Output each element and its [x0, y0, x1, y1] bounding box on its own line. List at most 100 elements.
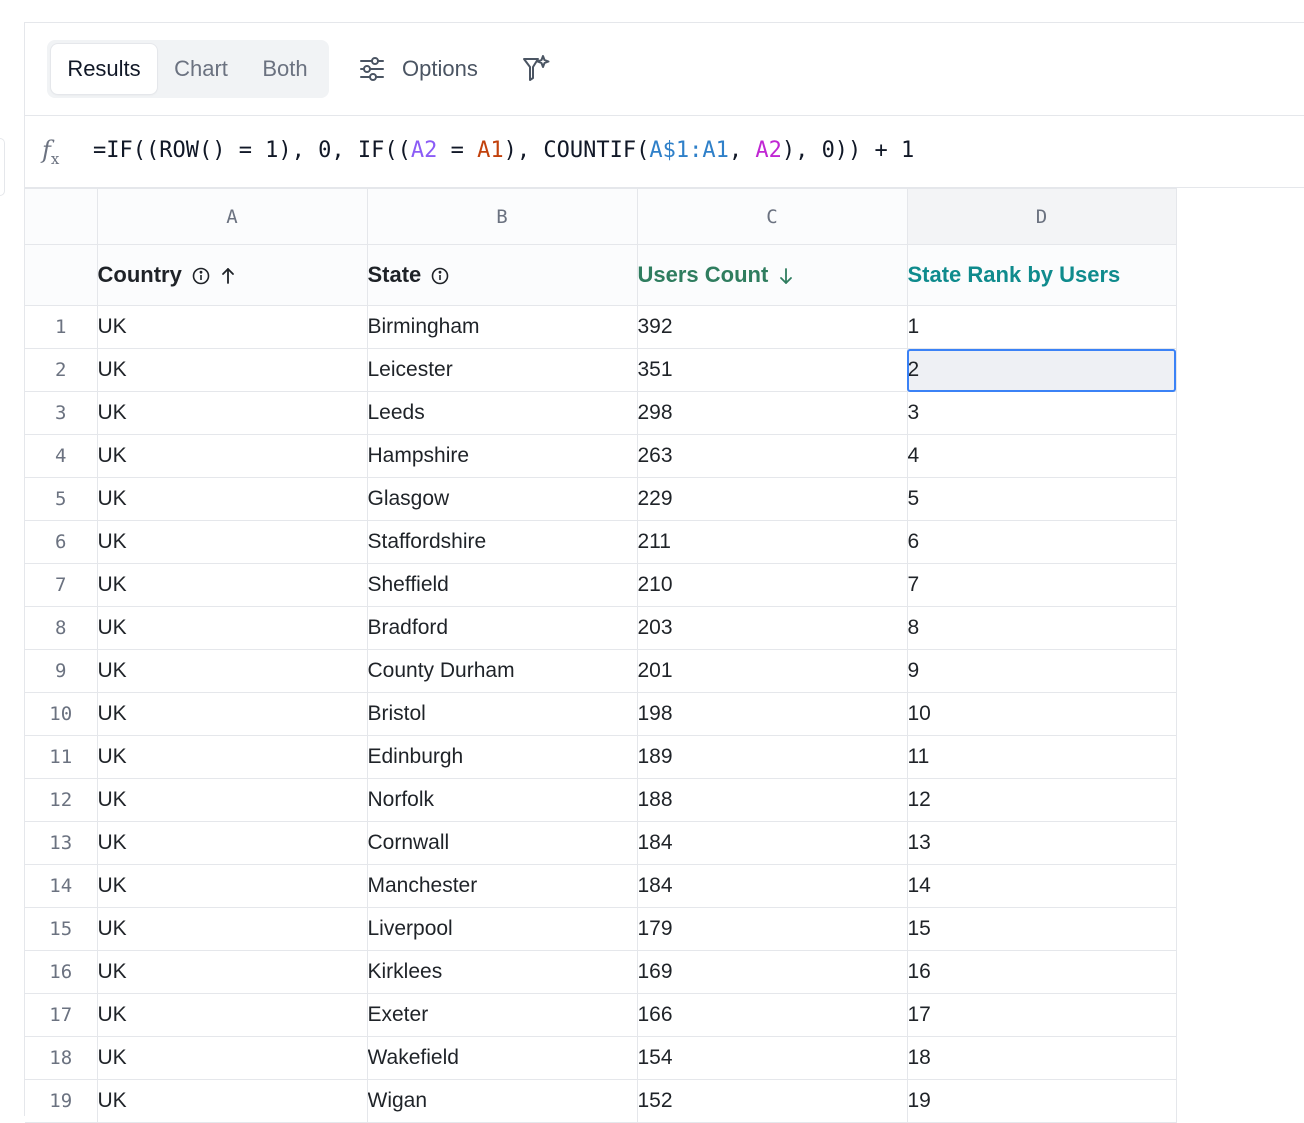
header-state-rank[interactable]: State Rank by Users — [906, 244, 1177, 306]
cell-state[interactable]: Birmingham — [366, 305, 638, 349]
row-number[interactable]: 18 — [25, 1036, 98, 1080]
cell-state[interactable]: Glasgow — [366, 477, 638, 521]
cell-state[interactable]: Bristol — [366, 692, 638, 736]
cell-country[interactable]: UK — [96, 692, 368, 736]
formula-input[interactable]: =IF((ROW() = 1), 0, IF((A2 = A1), COUNTI… — [93, 138, 914, 163]
cell-country[interactable]: UK — [96, 907, 368, 951]
cell-state-rank[interactable]: 1 — [906, 305, 1177, 349]
cell-state-rank[interactable]: 12 — [906, 778, 1177, 822]
cell-users-count[interactable]: 152 — [636, 1079, 908, 1123]
column-letter-c[interactable]: C — [636, 188, 908, 245]
cell-state[interactable]: Wigan — [366, 1079, 638, 1123]
cell-users-count[interactable]: 351 — [636, 348, 908, 392]
cell-state-rank[interactable]: 8 — [906, 606, 1177, 650]
cell-country[interactable]: UK — [96, 778, 368, 822]
cell-state-rank[interactable]: 19 — [906, 1079, 1177, 1123]
cell-state-rank[interactable]: 5 — [906, 477, 1177, 521]
sort-descending-icon[interactable] — [778, 267, 794, 285]
row-number[interactable]: 12 — [25, 778, 98, 822]
row-number[interactable]: 16 — [25, 950, 98, 994]
cell-state[interactable]: Hampshire — [366, 434, 638, 478]
cell-country[interactable]: UK — [96, 735, 368, 779]
row-number[interactable]: 3 — [25, 391, 98, 435]
header-users-count[interactable]: Users Count — [636, 244, 908, 306]
cell-country[interactable]: UK — [96, 434, 368, 478]
cell-country[interactable]: UK — [96, 993, 368, 1037]
cell-state[interactable]: Liverpool — [366, 907, 638, 951]
cell-users-count[interactable]: 154 — [636, 1036, 908, 1080]
cell-state-rank[interactable]: 16 — [906, 950, 1177, 994]
cell-users-count[interactable]: 210 — [636, 563, 908, 607]
row-number[interactable]: 19 — [25, 1079, 98, 1123]
cell-state[interactable]: Bradford — [366, 606, 638, 650]
cell-country[interactable]: UK — [96, 391, 368, 435]
cell-state-rank[interactable]: 17 — [906, 993, 1177, 1037]
cell-users-count[interactable]: 198 — [636, 692, 908, 736]
cell-state-rank[interactable]: 4 — [906, 434, 1177, 478]
cell-state[interactable]: Sheffield — [366, 563, 638, 607]
cell-users-count[interactable]: 169 — [636, 950, 908, 994]
info-icon[interactable] — [192, 267, 210, 285]
cell-users-count[interactable]: 263 — [636, 434, 908, 478]
column-letter-b[interactable]: B — [366, 188, 638, 245]
cell-users-count[interactable]: 203 — [636, 606, 908, 650]
cell-users-count[interactable]: 229 — [636, 477, 908, 521]
cell-state[interactable]: Wakefield — [366, 1036, 638, 1080]
cell-state[interactable]: Staffordshire — [366, 520, 638, 564]
cell-country[interactable]: UK — [96, 305, 368, 349]
row-number[interactable]: 5 — [25, 477, 98, 521]
tab-chart[interactable]: Chart — [159, 44, 243, 94]
row-number[interactable]: 9 — [25, 649, 98, 693]
cell-state-rank[interactable]: 18 — [906, 1036, 1177, 1080]
header-state[interactable]: State — [366, 244, 638, 306]
cell-state-rank[interactable]: 2 — [906, 348, 1177, 392]
cell-state-rank[interactable]: 15 — [906, 907, 1177, 951]
cell-state-rank[interactable]: 6 — [906, 520, 1177, 564]
ai-filter-icon[interactable] — [521, 54, 551, 84]
sort-ascending-icon[interactable] — [220, 267, 236, 285]
info-icon[interactable] — [431, 267, 449, 285]
left-panel-handle[interactable] — [0, 138, 5, 196]
cell-users-count[interactable]: 298 — [636, 391, 908, 435]
cell-state[interactable]: Norfolk — [366, 778, 638, 822]
cell-state[interactable]: Kirklees — [366, 950, 638, 994]
row-number[interactable]: 11 — [25, 735, 98, 779]
tab-both[interactable]: Both — [245, 44, 325, 94]
tab-results[interactable]: Results — [51, 44, 157, 94]
cell-state-rank[interactable]: 10 — [906, 692, 1177, 736]
cell-state[interactable]: Cornwall — [366, 821, 638, 865]
row-number[interactable]: 6 — [25, 520, 98, 564]
cell-country[interactable]: UK — [96, 1079, 368, 1123]
cell-country[interactable]: UK — [96, 606, 368, 650]
cell-country[interactable]: UK — [96, 563, 368, 607]
cell-country[interactable]: UK — [96, 1036, 368, 1080]
cell-state-rank[interactable]: 11 — [906, 735, 1177, 779]
cell-users-count[interactable]: 184 — [636, 821, 908, 865]
row-number[interactable]: 13 — [25, 821, 98, 865]
column-letter-d[interactable]: D — [906, 188, 1177, 245]
row-number[interactable]: 7 — [25, 563, 98, 607]
cell-country[interactable]: UK — [96, 864, 368, 908]
cell-state-rank[interactable]: 7 — [906, 563, 1177, 607]
cell-users-count[interactable]: 188 — [636, 778, 908, 822]
row-number[interactable]: 10 — [25, 692, 98, 736]
cell-users-count[interactable]: 166 — [636, 993, 908, 1037]
cell-users-count[interactable]: 211 — [636, 520, 908, 564]
cell-country[interactable]: UK — [96, 950, 368, 994]
cell-state[interactable]: County Durham — [366, 649, 638, 693]
row-number[interactable]: 2 — [25, 348, 98, 392]
cell-state-rank[interactable]: 13 — [906, 821, 1177, 865]
cell-country[interactable]: UK — [96, 649, 368, 693]
column-letter-a[interactable]: A — [96, 188, 368, 245]
cell-country[interactable]: UK — [96, 520, 368, 564]
row-number[interactable]: 15 — [25, 907, 98, 951]
cell-users-count[interactable]: 184 — [636, 864, 908, 908]
header-country[interactable]: Country — [96, 244, 368, 306]
row-number[interactable]: 4 — [25, 434, 98, 478]
cell-country[interactable]: UK — [96, 348, 368, 392]
row-number[interactable]: 17 — [25, 993, 98, 1037]
row-number[interactable]: 8 — [25, 606, 98, 650]
cell-state[interactable]: Leeds — [366, 391, 638, 435]
cell-state[interactable]: Leicester — [366, 348, 638, 392]
cell-users-count[interactable]: 201 — [636, 649, 908, 693]
